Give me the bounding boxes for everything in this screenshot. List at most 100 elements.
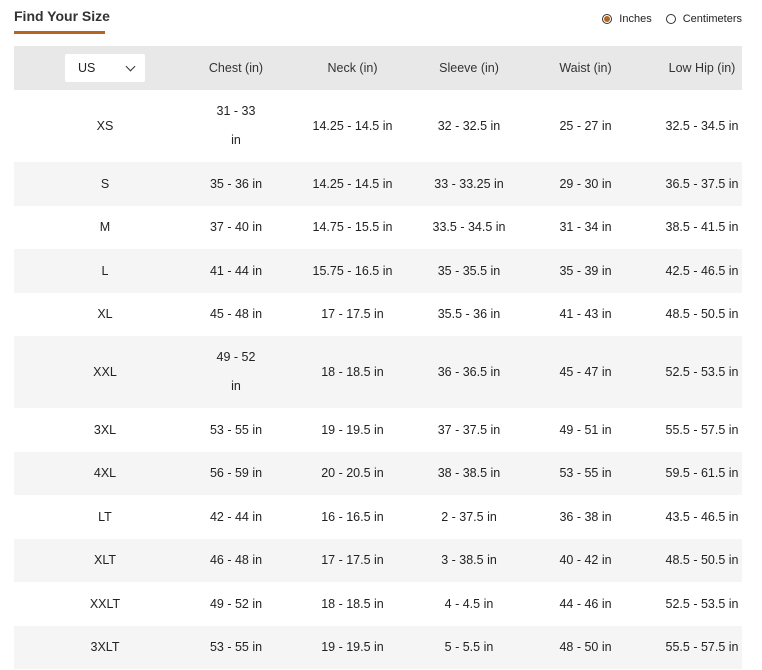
header-sleeve: Sleeve (in) (439, 61, 499, 75)
size-cell: XS (96, 119, 114, 133)
sleeve-cell: 35 - 35.5 in (437, 263, 501, 278)
waist-cell: 25 - 27 in (559, 119, 612, 133)
neck-cell: 14.25 - 14.5 in (312, 176, 393, 191)
hip-cell: 48.5 - 50.5 in (665, 553, 739, 568)
unit-label-inches: Inches (619, 13, 652, 25)
neck-cell: 17 - 17.5 in (321, 553, 384, 568)
unit-toggle: Inches Centimeters (588, 13, 742, 25)
neck-cell: 20 - 20.5 in (321, 466, 384, 481)
chest-cell: 46 - 48 in (209, 553, 263, 568)
size-cell: XXLT (89, 596, 121, 611)
neck-cell: 19 - 19.5 in (321, 422, 384, 437)
size-cell: 3XLT (90, 640, 120, 655)
title-underline (14, 31, 105, 34)
header-chest: Chest (in) (208, 61, 264, 75)
chest-unit: in (231, 133, 241, 147)
size-system-select[interactable]: US (65, 54, 145, 82)
size-cell: S (100, 176, 110, 191)
waist-cell: 49 - 51 in (559, 422, 612, 437)
hip-cell: 38.5 - 41.5 in (665, 220, 739, 235)
size-cell: L (101, 263, 109, 278)
waist-cell: 48 - 50 in (559, 640, 612, 655)
waist-cell: 40 - 42 in (559, 553, 612, 568)
sleeve-cell: 5 - 5.5 in (444, 640, 494, 655)
table-row: L 41 - 44 in 15.75 - 16.5 in 35 - 35.5 i… (14, 249, 742, 293)
neck-cell: 18 - 18.5 in (321, 596, 384, 611)
neck-cell: 17 - 17.5 in (321, 307, 384, 322)
sleeve-cell: 2 - 37.5 in (441, 509, 497, 524)
sleeve-cell: 38 - 38.5 in (437, 466, 501, 481)
chest-cell: 37 - 40 in (209, 220, 263, 235)
size-cell: 4XL (93, 466, 117, 481)
table-row: XXL 49 - 52 in 18 - 18.5 in 36 - 36.5 in … (14, 336, 742, 408)
sleeve-cell: 4 - 4.5 in (444, 596, 494, 611)
size-cell: XLT (94, 553, 116, 568)
hip-cell: 36.5 - 37.5 in (665, 176, 739, 191)
table-row: XXLT 49 - 52 in 18 - 18.5 in 4 - 4.5 in … (14, 582, 742, 626)
header-neck: Neck (in) (327, 61, 378, 75)
waist-cell: 29 - 30 in (559, 176, 612, 191)
chest-cell: 45 - 48 in (209, 307, 263, 322)
radio-centimeters[interactable] (665, 14, 676, 24)
hip-cell: 52.5 - 53.5 in (665, 596, 739, 611)
table-row: XL 45 - 48 in 17 - 17.5 in 35.5 - 36 in … (14, 293, 742, 337)
chest-cell: 31 - 33 in (196, 90, 276, 162)
table-row: XLT 46 - 48 in 17 - 17.5 in 3 - 38.5 in … (14, 538, 742, 582)
size-cell: 3XL (93, 422, 117, 437)
neck-cell: 18 - 18.5 in (321, 365, 384, 379)
unit-label-centimeters: Centimeters (682, 13, 742, 25)
size-cell: M (99, 220, 111, 235)
size-guide: Find Your Size Inches Centimeters US Che… (0, 0, 762, 670)
waist-cell: 41 - 43 in (559, 307, 612, 322)
waist-cell: 31 - 34 in (559, 220, 612, 235)
hip-cell: 52.5 - 53.5 in (665, 365, 739, 379)
page-title: Find Your Size (14, 8, 110, 24)
sleeve-cell: 3 - 38.5 in (441, 553, 497, 568)
size-cell: XXL (93, 365, 117, 379)
size-table: US Chest (in) Neck (in) Sleeve (in) Wais… (14, 46, 742, 669)
table-row: 3XLT 53 - 55 in 19 - 19.5 in 5 - 5.5 in … (14, 625, 742, 669)
chest-cell: 42 - 44 in (209, 509, 263, 524)
neck-cell: 15.75 - 16.5 in (312, 263, 393, 278)
waist-cell: 44 - 46 in (559, 596, 612, 611)
chest-cell: 49 - 52 in (209, 596, 263, 611)
waist-cell: 36 - 38 in (559, 509, 612, 524)
chest-cell: 56 - 59 in (209, 466, 263, 481)
sleeve-cell: 33 - 33.25 in (434, 176, 504, 191)
hip-cell: 42.5 - 46.5 in (665, 263, 739, 278)
hip-cell: 55.5 - 57.5 in (665, 422, 739, 437)
sleeve-cell: 37 - 37.5 in (437, 422, 501, 437)
chest-cell: 41 - 44 in (209, 263, 263, 278)
waist-cell: 45 - 47 in (559, 365, 612, 379)
chevron-down-icon (125, 61, 136, 71)
chest-cell: 35 - 36 in (209, 176, 263, 191)
neck-cell: 16 - 16.5 in (321, 509, 384, 524)
table-row: 3XL 53 - 55 in 19 - 19.5 in 37 - 37.5 in… (14, 408, 742, 452)
waist-cell: 35 - 39 in (559, 263, 612, 278)
size-cell: LT (98, 509, 112, 524)
neck-cell: 14.25 - 14.5 in (312, 119, 393, 133)
table-row: S 35 - 36 in 14.25 - 14.5 in 33 - 33.25 … (14, 162, 742, 206)
size-cell: XL (97, 307, 113, 322)
size-system-value: US (78, 61, 96, 75)
radio-inches[interactable] (602, 14, 613, 24)
header-size-system: US (14, 46, 196, 90)
sleeve-cell: 35.5 - 36 in (437, 307, 501, 322)
chest-value: 31 - 33 (216, 104, 256, 118)
hip-cell: 32.5 - 34.5 in (665, 119, 739, 133)
hip-cell: 48.5 - 50.5 in (665, 307, 739, 322)
chest-cell: 53 - 55 in (209, 640, 263, 655)
chest-unit: in (231, 379, 241, 393)
sleeve-cell: 32 - 32.5 in (437, 119, 501, 133)
unit-option-inches[interactable]: Inches (602, 13, 652, 25)
sleeve-cell: 33.5 - 34.5 in (432, 220, 506, 235)
hip-cell: 59.5 - 61.5 in (665, 466, 739, 481)
table-row: XS 31 - 33 in 14.25 - 14.5 in 32 - 32.5 i… (14, 90, 742, 162)
table-row: 4XL 56 - 59 in 20 - 20.5 in 38 - 38.5 in… (14, 451, 742, 495)
header-waist: Waist (in) (559, 61, 612, 75)
table-row: M 37 - 40 in 14.75 - 15.5 in 33.5 - 34.5… (14, 206, 742, 250)
waist-cell: 53 - 55 in (559, 466, 612, 481)
header-low-hip: Low Hip (in) (668, 61, 736, 75)
table-header-row: US Chest (in) Neck (in) Sleeve (in) Wais… (14, 46, 742, 90)
unit-option-centimeters[interactable]: Centimeters (665, 13, 742, 25)
